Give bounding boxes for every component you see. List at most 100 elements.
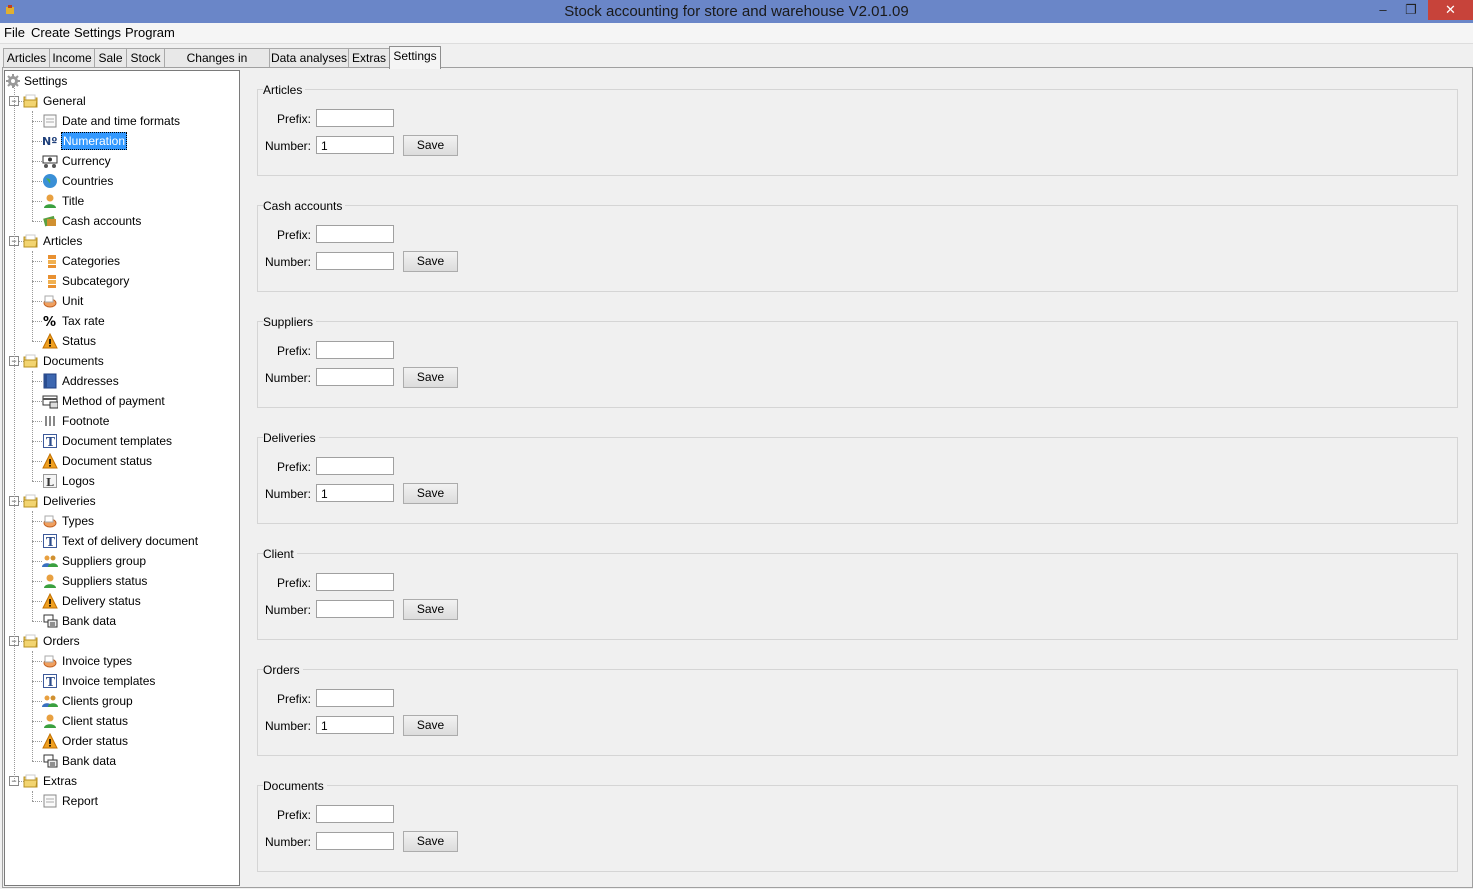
tree-connector <box>32 141 42 142</box>
prefix-input-articles[interactable] <box>316 109 394 127</box>
save-button-documents[interactable]: Save <box>403 831 458 852</box>
tab-sale[interactable]: Sale <box>94 48 127 68</box>
tree-item-label: Document status <box>62 454 153 468</box>
tree-label: Settings <box>24 74 68 88</box>
section-client <box>257 553 1458 640</box>
person-icon <box>42 193 58 209</box>
save-button-deliveries[interactable]: Save <box>403 483 458 504</box>
tree-connector <box>32 761 42 762</box>
number-input-cash-accounts[interactable] <box>316 252 394 270</box>
tree-connector <box>32 421 42 422</box>
save-button-orders[interactable]: Save <box>403 715 458 736</box>
settings-tree[interactable]: Settings − General Date and time formats … <box>4 70 240 886</box>
tree-connector <box>32 561 42 562</box>
tab-data-analyses[interactable]: Data analyses <box>269 48 349 68</box>
tree-connector <box>32 121 42 122</box>
tab-income[interactable]: Income <box>49 48 95 68</box>
prefix-input-client[interactable] <box>316 573 394 591</box>
maximize-button[interactable]: ❐ <box>1397 0 1425 20</box>
tree-item-label: Footnote <box>62 414 110 428</box>
tree-item-label: Currency <box>62 154 111 168</box>
calendar-icon <box>42 113 58 129</box>
person-icon <box>42 573 58 589</box>
menu-create[interactable]: Create <box>31 25 70 40</box>
tree-item-label: Subcategory <box>62 274 130 288</box>
group-icon <box>42 553 58 569</box>
tree-connector <box>32 371 33 481</box>
tab-articles[interactable]: Articles <box>3 48 50 68</box>
folder-icon <box>23 773 39 789</box>
unit-icon <box>42 293 58 309</box>
prefix-label: Prefix: <box>276 576 311 590</box>
tree-item-label: Title <box>62 194 85 208</box>
save-button-cash-accounts[interactable]: Save <box>403 251 458 272</box>
tree-connector <box>32 741 42 742</box>
tree-item-label: Countries <box>62 174 114 188</box>
menu-file[interactable]: File <box>4 25 25 40</box>
prefix-input-suppliers[interactable] <box>316 341 394 359</box>
window-title: Stock accounting for store and warehouse… <box>564 3 909 20</box>
prefix-input-orders[interactable] <box>316 689 394 707</box>
svg-text:L: L <box>46 476 54 489</box>
tree-connector <box>32 801 42 802</box>
tree-connector <box>32 541 42 542</box>
tree-item-label: Cash accounts <box>62 214 142 228</box>
prefix-label: Prefix: <box>276 460 311 474</box>
folder-icon <box>23 353 39 369</box>
warning-icon <box>42 732 58 749</box>
section-title: Documents <box>263 779 327 793</box>
section-cash-accounts <box>257 205 1458 292</box>
tree-connector <box>32 581 42 582</box>
section-title: Suppliers <box>263 315 317 329</box>
tree-item-label: Clients group <box>62 694 133 708</box>
tree-item-label: Types <box>62 514 95 528</box>
tree-connector <box>32 621 42 622</box>
tree-connector <box>32 601 42 602</box>
number-input-deliveries[interactable]: 1 <box>316 484 394 502</box>
tree-item-label: Text of delivery document <box>62 534 199 548</box>
svg-text:T: T <box>46 435 55 449</box>
number-input-orders[interactable]: 1 <box>316 716 394 734</box>
tree-connector <box>32 461 42 462</box>
save-button-client[interactable]: Save <box>403 599 458 620</box>
bank-icon <box>42 613 58 629</box>
tree-item-label: Bank data <box>62 754 117 768</box>
tree-item-label: Invoice types <box>62 654 133 668</box>
tab-changes-in-stocking[interactable]: Changes in stocking <box>164 48 270 84</box>
close-button[interactable]: ✕ <box>1428 0 1473 20</box>
prefix-input-cash-accounts[interactable] <box>316 225 394 243</box>
menu-settings[interactable]: Settings <box>74 25 121 40</box>
bank-icon <box>42 753 58 769</box>
logo-icon: L <box>42 473 58 489</box>
save-button-articles[interactable]: Save <box>403 135 458 156</box>
category-icon <box>42 273 58 289</box>
tree-connector <box>32 651 33 761</box>
number-input-client[interactable] <box>316 600 394 618</box>
number-input-suppliers[interactable] <box>316 368 394 386</box>
tree-item-label: Bank data <box>62 614 117 628</box>
number-input-documents[interactable] <box>316 832 394 850</box>
tab-stock[interactable]: Stock <box>126 48 165 68</box>
prefix-label: Prefix: <box>276 228 311 242</box>
tree-item-label: Report <box>62 794 99 808</box>
tree-connector <box>32 161 42 162</box>
tree-connector <box>32 341 42 342</box>
prefix-input-deliveries[interactable] <box>316 457 394 475</box>
number-input-articles[interactable]: 1 <box>316 136 394 154</box>
tree-connector <box>32 201 42 202</box>
tab-settings[interactable]: Settings <box>389 46 441 69</box>
svg-text:T: T <box>46 675 55 689</box>
address-book-icon <box>42 373 58 389</box>
tree-item-label: Logos <box>62 474 95 488</box>
section-title: Deliveries <box>263 431 319 445</box>
minimize-button[interactable]: – <box>1369 0 1397 20</box>
save-button-suppliers[interactable]: Save <box>403 367 458 388</box>
menu-program[interactable]: Program <box>125 25 175 40</box>
tab-extras[interactable]: Extras <box>348 48 390 68</box>
tree-connector <box>14 85 15 781</box>
title-bar: Stock accounting for store and warehouse… <box>0 0 1473 23</box>
tree-item-label: Method of payment <box>62 394 165 408</box>
prefix-input-documents[interactable] <box>316 805 394 823</box>
numero-icon: Nº <box>42 133 58 149</box>
footnote-icon <box>42 413 58 429</box>
